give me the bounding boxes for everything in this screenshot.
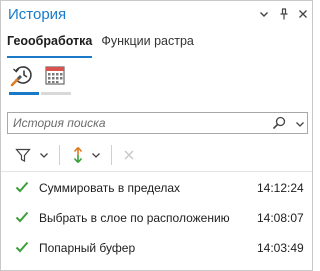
tab-raster-functions[interactable]: Функции растра bbox=[101, 34, 194, 56]
history-item-name: Выбрать в слое по расположению bbox=[39, 211, 230, 225]
history-view-tab[interactable] bbox=[7, 59, 39, 95]
search-icon[interactable] bbox=[272, 116, 286, 130]
history-item-time: 14:12:24 bbox=[257, 181, 304, 195]
history-item[interactable]: Выбрать в слое по расположению 14:08:07 bbox=[1, 203, 312, 233]
history-pane: История Геообработка Функции растра Исто… bbox=[0, 0, 313, 271]
search-input[interactable] bbox=[13, 115, 263, 131]
close-icon[interactable] bbox=[296, 7, 310, 21]
sort-icon[interactable] bbox=[71, 145, 85, 165]
main-tabs: Геообработка Функции растра bbox=[7, 34, 194, 58]
success-check-icon bbox=[15, 211, 29, 223]
history-item[interactable]: Суммировать в пределах 14:12:24 bbox=[1, 173, 312, 203]
history-toolbar bbox=[7, 143, 308, 167]
history-item-time: 14:08:07 bbox=[257, 211, 304, 225]
success-check-icon bbox=[15, 181, 29, 193]
pane-titlebar: История bbox=[1, 1, 312, 29]
sort-dropdown-chevron-icon[interactable] bbox=[91, 145, 101, 165]
pane-title: История bbox=[8, 6, 67, 23]
history-item-name: Попарный буфер bbox=[39, 241, 136, 255]
filter-dropdown-chevron-icon[interactable] bbox=[39, 145, 49, 165]
view-icon-tabs bbox=[7, 59, 71, 95]
calendar-icon bbox=[44, 64, 66, 91]
tab-geoprocessing[interactable]: Геообработка bbox=[7, 34, 93, 58]
history-clock-icon bbox=[10, 62, 36, 93]
filter-icon[interactable] bbox=[15, 145, 31, 165]
history-list: Суммировать в пределах 14:12:24 Выбрать … bbox=[1, 173, 312, 263]
delete-x-icon[interactable] bbox=[123, 145, 135, 165]
calendar-view-tab[interactable] bbox=[39, 59, 71, 95]
history-item-time: 14:03:49 bbox=[257, 241, 304, 255]
success-check-icon bbox=[15, 241, 29, 253]
menu-chevron-icon[interactable] bbox=[257, 7, 271, 21]
toolbar-divider bbox=[59, 145, 60, 165]
history-item-name: Суммировать в пределах bbox=[39, 181, 181, 195]
history-item[interactable]: Попарный буфер 14:03:49 bbox=[1, 233, 312, 263]
toolbar-divider bbox=[111, 145, 112, 165]
history-search-box bbox=[7, 112, 308, 134]
pin-icon[interactable] bbox=[277, 7, 291, 21]
list-divider bbox=[1, 171, 312, 172]
search-options-chevron-icon[interactable] bbox=[294, 117, 306, 129]
